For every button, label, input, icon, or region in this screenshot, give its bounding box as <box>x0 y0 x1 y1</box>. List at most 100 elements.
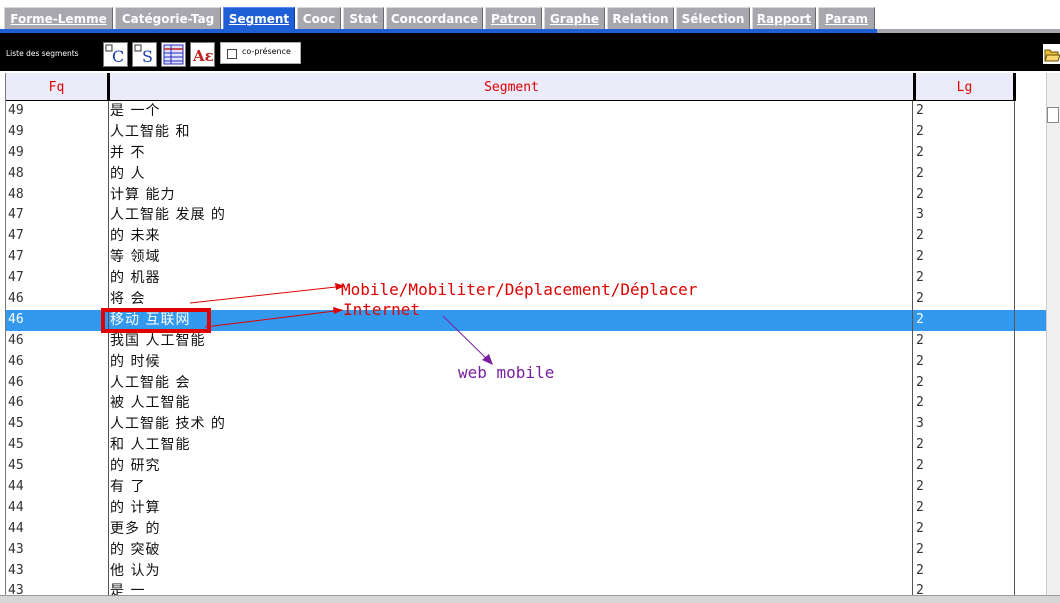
lg-cell: 2 <box>916 144 924 160</box>
segment-cell: 的 人 <box>110 165 146 182</box>
segment-cell: 更多 的 <box>110 520 161 537</box>
lg-cell: 2 <box>916 353 924 369</box>
segment-cell: 是 一个 <box>110 103 161 119</box>
lg-cell: 2 <box>916 228 924 244</box>
vertical-scrollbar[interactable] <box>1046 73 1060 595</box>
tab-categorie-tag[interactable]: Catégorie-Tag <box>115 7 221 29</box>
fq-cell: 44 <box>8 520 24 536</box>
column-header-segment[interactable]: Segment <box>110 73 916 101</box>
segment-cell: 的 突破 <box>110 541 161 558</box>
column-divider <box>912 101 913 595</box>
lg-cell: 2 <box>916 583 924 595</box>
fq-cell: 44 <box>8 479 24 495</box>
annotation-note: web mobile <box>458 363 555 382</box>
fq-cell: 49 <box>8 103 24 118</box>
table-row[interactable]: 43 他 认为 2 <box>6 561 1046 582</box>
table-body: 49 是 一个 2 49 人工智能 和 2 49 并 不 2 48 的 人 2 48 计算 能力 2 47 人工… <box>6 101 1046 595</box>
lg-cell: 2 <box>916 332 924 348</box>
tab-segment[interactable]: Segment <box>223 7 295 29</box>
lg-cell: 2 <box>916 458 924 474</box>
table-row[interactable]: 45 的 研究 2 <box>6 456 1046 477</box>
segment-cell: 等 领域 <box>110 249 161 266</box>
toolbar <box>0 33 1060 71</box>
lg-cell: 2 <box>916 437 924 453</box>
lg-cell: 2 <box>916 520 924 536</box>
table-row[interactable]: 48 的 人 2 <box>6 164 1046 185</box>
open-folder-button[interactable] <box>1043 44 1060 64</box>
table-row[interactable]: 49 是 一个 2 <box>6 101 1046 122</box>
fq-cell: 47 <box>8 270 24 286</box>
fq-cell: 49 <box>8 144 24 160</box>
table-row[interactable]: 49 并 不 2 <box>6 143 1046 164</box>
table-row[interactable]: 46 被 人工智能 2 <box>6 393 1046 414</box>
lg-cell: 3 <box>916 207 924 223</box>
table-row[interactable]: 47 人工智能 发展 的 3 <box>6 205 1046 226</box>
tab-graphe[interactable]: Graphe <box>544 7 605 29</box>
column-header-lg[interactable]: Lg <box>916 73 1016 101</box>
fq-cell: 48 <box>8 165 24 181</box>
column-c-button[interactable]: C <box>103 42 128 67</box>
fq-cell: 45 <box>8 458 24 474</box>
co-presence-checkbox[interactable]: co-présence <box>220 42 301 64</box>
tab-bar: Forme-Lemme Catégorie-Tag Segment Cooc S… <box>0 0 1060 33</box>
fq-cell: 46 <box>8 291 24 307</box>
table-grid-icon <box>163 44 184 65</box>
table-view-button[interactable] <box>161 42 186 67</box>
column-divider <box>1014 101 1015 595</box>
fq-cell: 46 <box>8 353 24 369</box>
fq-cell: 44 <box>8 499 24 515</box>
lg-cell: 2 <box>916 123 924 139</box>
column-divider <box>108 101 109 595</box>
fq-cell: 47 <box>8 207 24 223</box>
tab-forme-lemme[interactable]: Forme-Lemme <box>4 7 113 29</box>
horizontal-scrollbar[interactable] <box>0 595 1060 603</box>
table-row[interactable]: 44 的 计算 2 <box>6 498 1046 519</box>
fq-cell: 43 <box>8 541 24 557</box>
segment-cell: 人工智能 发展 的 <box>110 207 226 224</box>
lg-cell: 3 <box>916 416 924 432</box>
checkbox-box[interactable] <box>227 49 237 59</box>
tab-selection[interactable]: Sélection <box>676 7 750 29</box>
fq-cell: 48 <box>8 186 24 202</box>
table-row[interactable]: 49 人工智能 和 2 <box>6 122 1046 143</box>
table-row[interactable]: 43 是 一 2 <box>6 581 1046 595</box>
svg-text:Aɛ: Aɛ <box>192 47 214 65</box>
fq-cell: 43 <box>8 562 24 578</box>
table-row[interactable]: 44 有 了 2 <box>6 477 1046 498</box>
svg-text:C: C <box>112 47 124 66</box>
lg-cell: 2 <box>916 311 924 327</box>
table-row[interactable]: 43 的 突破 2 <box>6 540 1046 561</box>
segment-cell: 并 不 <box>110 144 146 161</box>
toolbar-title: Liste des segments <box>6 49 79 58</box>
tab-rapport[interactable]: Rapport <box>752 7 816 29</box>
segment-cell: 的 研究 <box>110 458 161 475</box>
fq-cell: 45 <box>8 416 24 432</box>
column-header-fq[interactable]: Fq <box>6 73 110 101</box>
table-row[interactable]: 47 等 领域 2 <box>6 247 1046 268</box>
table-row[interactable]: 44 更多 的 2 <box>6 519 1046 540</box>
segment-cell: 的 未来 <box>110 228 161 245</box>
lg-cell: 2 <box>916 374 924 390</box>
table-row[interactable]: 46 我国 人工智能 2 <box>6 331 1046 352</box>
segment-table: Fq Segment Lg 49 是 一个 2 49 人工智能 和 2 49 并 不 2 48 的 … <box>5 73 1046 595</box>
tab-patron[interactable]: Patron <box>485 7 542 29</box>
lg-cell: 2 <box>916 562 924 578</box>
lg-cell: 2 <box>916 291 924 307</box>
tab-stat[interactable]: Stat <box>343 7 384 29</box>
segment-cell: 人工智能 和 <box>110 123 191 140</box>
tab-param[interactable]: Param <box>818 7 875 29</box>
lg-cell: 2 <box>916 165 924 181</box>
scrollbar-thumb[interactable] <box>1047 107 1059 123</box>
svg-text:S: S <box>142 47 153 66</box>
tab-relation[interactable]: Relation <box>607 7 674 29</box>
table-row[interactable]: 47 的 未来 2 <box>6 226 1046 247</box>
tab-concordance[interactable]: Concordance <box>386 7 483 29</box>
fq-cell: 46 <box>8 311 24 327</box>
table-row[interactable]: 48 计算 能力 2 <box>6 185 1046 206</box>
tab-cooc[interactable]: Cooc <box>297 7 341 29</box>
table-row[interactable]: 45 和 人工智能 2 <box>6 435 1046 456</box>
font-icon: Aɛ <box>192 47 214 65</box>
font-button[interactable]: Aɛ <box>190 42 215 67</box>
table-row[interactable]: 45 人工智能 技术 的 3 <box>6 414 1046 435</box>
column-s-button[interactable]: S <box>132 42 157 67</box>
